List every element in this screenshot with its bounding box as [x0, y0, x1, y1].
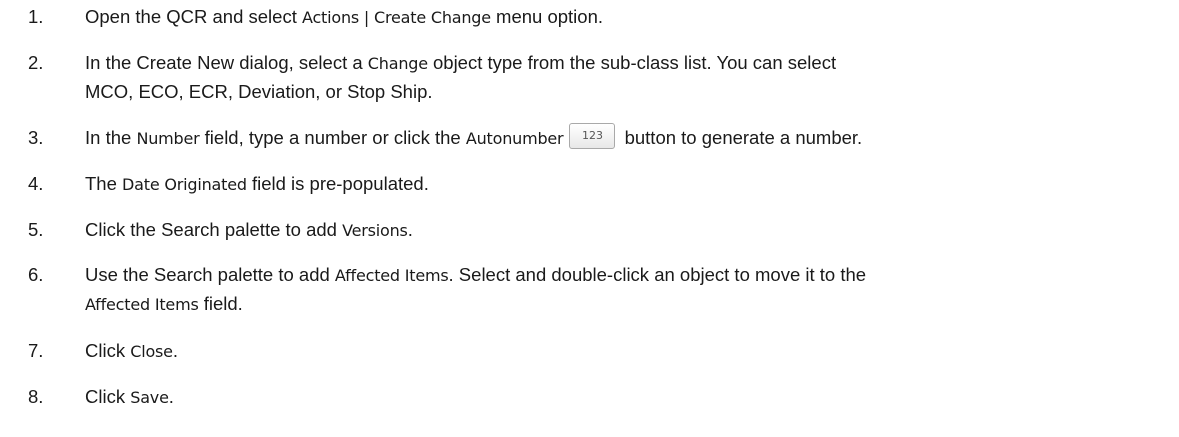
ui-term: Change	[367, 54, 428, 73]
ui-term: Close	[130, 342, 173, 361]
step-number: 5.	[28, 219, 44, 240]
ui-term: Affected Items	[85, 295, 199, 314]
step-number: 1.	[28, 6, 44, 27]
step-number: 7.	[28, 340, 44, 361]
ui-term: Save	[130, 388, 169, 407]
ui-term: Versions	[342, 221, 408, 240]
step-number: 4.	[28, 173, 44, 194]
step-text: The Date Originated field is pre-populat…	[85, 173, 429, 194]
autonumber-button[interactable]: 123	[569, 123, 616, 149]
step-text: Open the QCR and select Actions | Create…	[85, 6, 604, 27]
ui-term: Autonumber	[465, 129, 564, 148]
ui-term: Affected Items	[334, 266, 449, 285]
step-text: Use the Search palette to add Affected I…	[85, 264, 867, 314]
step-text: Click the Search palette to add Versions…	[85, 219, 413, 240]
ui-term: Number	[136, 129, 200, 148]
step-number: 2.	[28, 52, 44, 73]
step-text: In the Number field, type a number or cl…	[85, 123, 1175, 155]
step-text: Click Save.	[85, 386, 174, 407]
step-number: 6.	[28, 264, 44, 285]
step-number: 8.	[28, 386, 44, 407]
step-text: In the Create New dialog, select a Chang…	[85, 52, 837, 102]
ui-term: Actions | Create Change	[301, 8, 491, 27]
step-text: Click Close.	[85, 340, 178, 361]
ui-term: Date Originated	[122, 175, 247, 194]
step-number: 3.	[28, 127, 44, 148]
